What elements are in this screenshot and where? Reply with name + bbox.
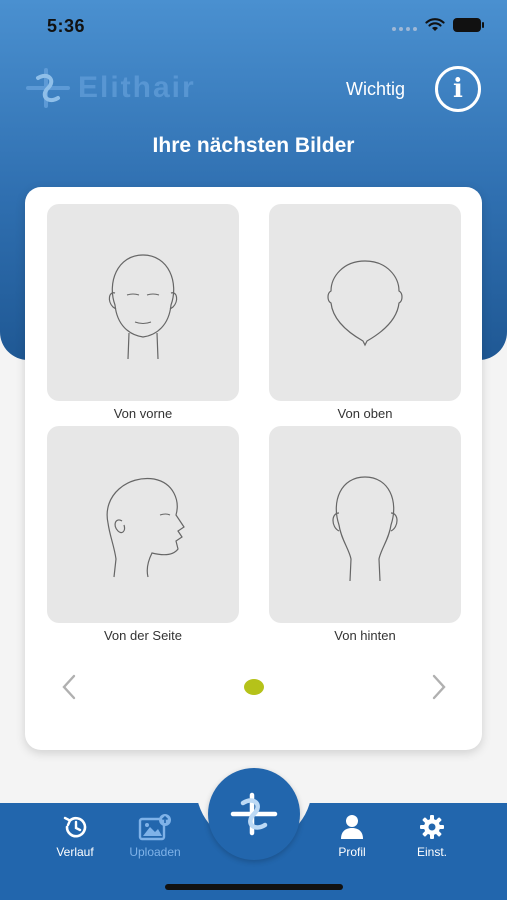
battery-icon xyxy=(453,18,484,32)
wifi-icon xyxy=(425,18,445,31)
head-front-icon xyxy=(108,253,178,359)
wichtig-link[interactable]: Wichtig xyxy=(346,79,405,100)
status-icons xyxy=(392,18,484,32)
logo: Elithair xyxy=(26,68,196,108)
info-button[interactable]: i xyxy=(435,66,481,112)
page-indicator-dot xyxy=(244,679,264,695)
tile-back-label: Von hinten xyxy=(334,628,396,643)
head-side-icon xyxy=(106,477,185,577)
tab-einstellungen[interactable]: Einst. xyxy=(397,813,467,859)
tab-uploaden-label: Uploaden xyxy=(129,845,181,859)
elithair-logo-icon xyxy=(26,68,70,108)
tab-verlauf-label: Verlauf xyxy=(56,845,94,859)
tab-einstellungen-label: Einst. xyxy=(416,845,447,859)
settings-icon xyxy=(420,815,444,839)
previous-arrow-icon[interactable] xyxy=(57,672,81,702)
profile-icon xyxy=(341,815,363,839)
info-icon: i xyxy=(453,74,463,104)
tile-side[interactable] xyxy=(47,426,239,623)
tab-uploaden[interactable]: Uploaden xyxy=(120,813,190,859)
tile-back[interactable] xyxy=(269,426,461,623)
tile-side-label: Von der Seite xyxy=(103,628,183,643)
top-bar: Elithair Wichtig i xyxy=(0,62,507,114)
tile-front-label: Von vorne xyxy=(113,406,173,421)
upload-image-icon xyxy=(138,814,171,841)
logo-text: Elithair xyxy=(78,71,196,104)
history-icon xyxy=(63,816,87,838)
tab-profil-label: Profil xyxy=(338,845,366,859)
tile-top[interactable] xyxy=(269,204,461,401)
head-back-icon xyxy=(332,475,398,581)
next-arrow-icon[interactable] xyxy=(427,672,451,702)
page-title: Ihre nächsten Bilder xyxy=(152,134,355,157)
home-indicator xyxy=(165,884,343,890)
tile-top-label: Von oben xyxy=(337,406,393,421)
tab-profil[interactable]: Profil xyxy=(317,813,387,859)
head-top-icon xyxy=(327,259,403,346)
tile-front[interactable] xyxy=(47,204,239,401)
status-bar: 5:36 xyxy=(0,0,507,54)
status-time: 5:36 xyxy=(47,16,86,36)
elithair-logo-icon xyxy=(230,792,278,836)
camera-fab-button[interactable] xyxy=(208,768,300,860)
tab-verlauf[interactable]: Verlauf xyxy=(40,813,110,859)
signal-icon xyxy=(392,19,417,31)
